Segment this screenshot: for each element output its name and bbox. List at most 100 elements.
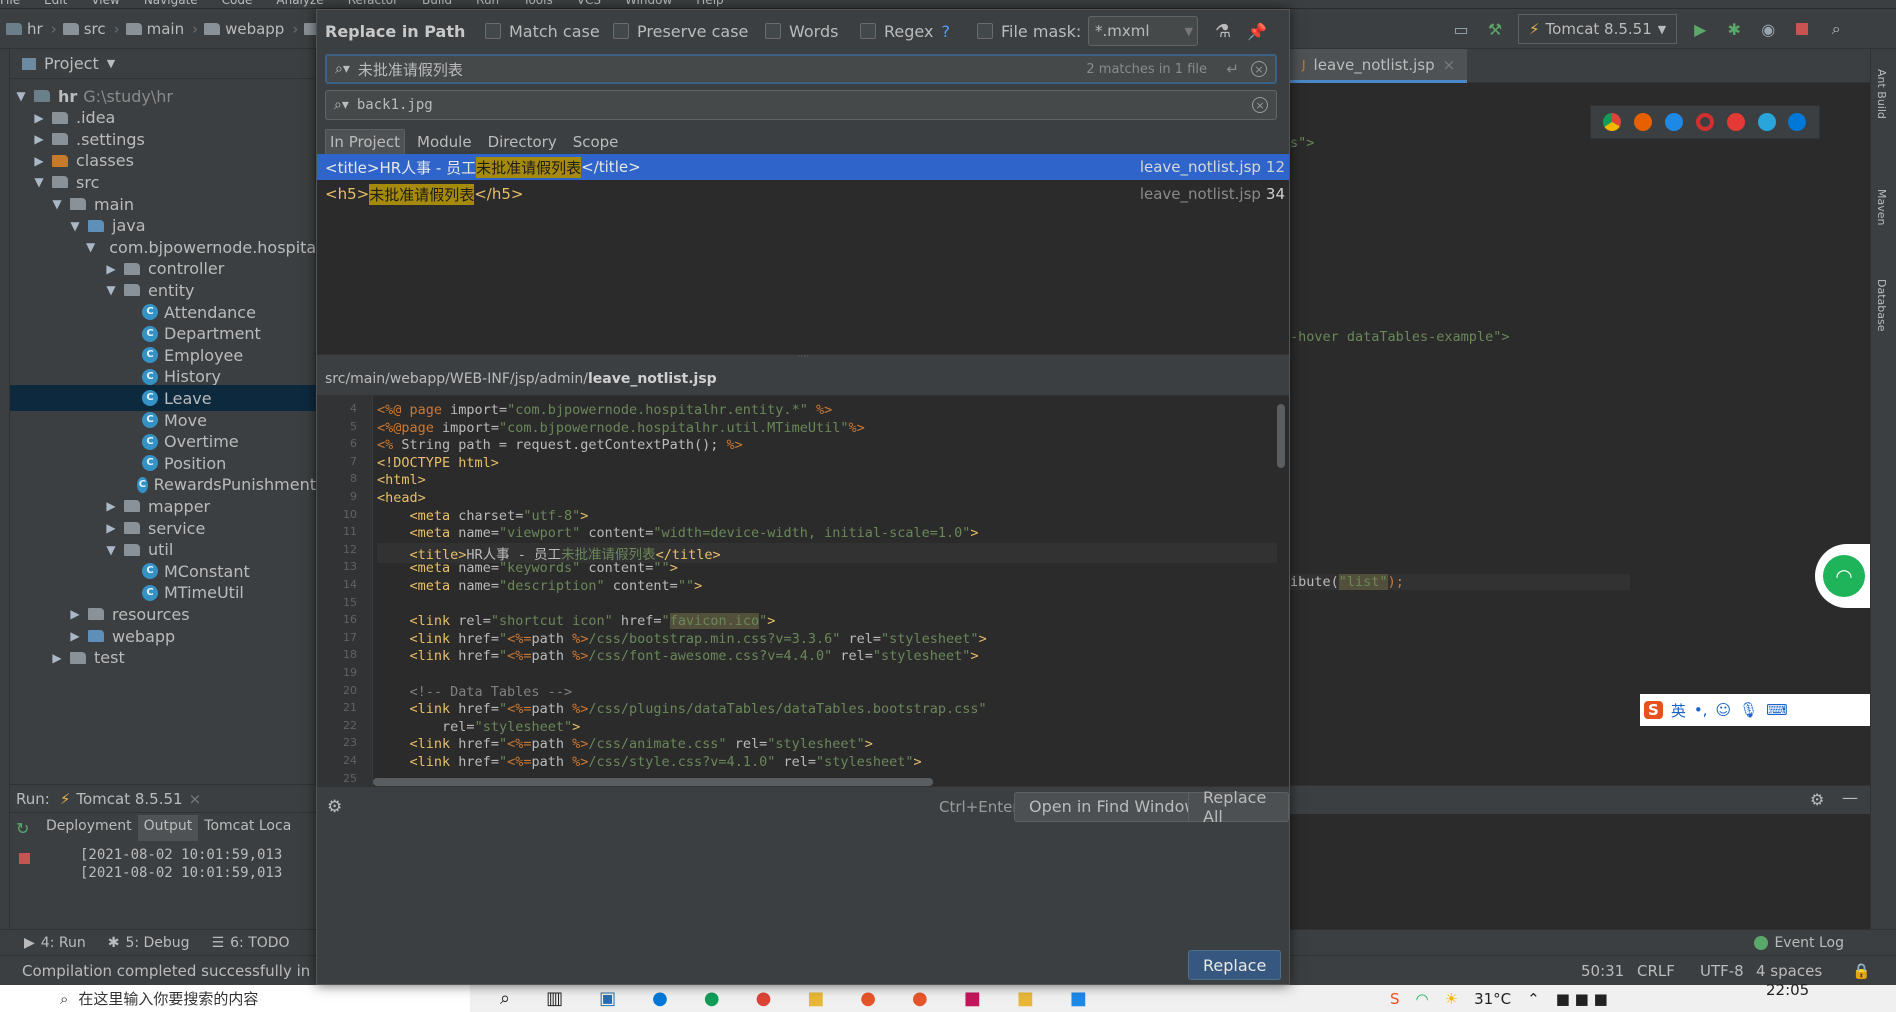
tool-window-button[interactable]: ☰ 6: TODO — [212, 935, 290, 951]
regex-help-link[interactable]: ? — [941, 22, 950, 41]
lock-icon[interactable]: 🔒 — [1852, 962, 1871, 980]
menu-item[interactable]: Code — [222, 0, 253, 7]
file-explorer-icon[interactable]: ■ — [807, 988, 824, 1009]
database-tab[interactable]: Database — [1875, 279, 1888, 332]
sogou-icon[interactable]: S — [1644, 701, 1663, 719]
vertical-scrollbar[interactable] — [1277, 404, 1285, 468]
chevron-down-icon[interactable]: ▼ — [104, 543, 118, 557]
close-icon[interactable]: × — [189, 790, 202, 808]
search-input[interactable]: 未批准请假列表 — [358, 59, 463, 80]
run-subtab[interactable]: Tomcat Loca — [198, 815, 297, 841]
regex-option[interactable]: Regex? — [860, 22, 950, 41]
chevron-right-icon[interactable]: ▶ — [68, 607, 82, 621]
menu-item[interactable]: Window — [625, 0, 672, 7]
chevron-up-icon[interactable]: ⌃ — [1527, 990, 1540, 1008]
chevron-down-icon[interactable]: ▼ — [104, 283, 118, 297]
match-case-option[interactable]: Match case — [485, 22, 600, 41]
search-history-icon[interactable]: ⌕▾ — [335, 61, 350, 77]
chevron-right-icon[interactable]: ▶ — [104, 521, 118, 535]
ie-icon[interactable] — [1757, 113, 1776, 131]
preserve-case-checkbox[interactable] — [613, 23, 629, 39]
breadcrumb-item[interactable]: main › — [125, 9, 198, 49]
coverage-icon[interactable]: ◉ — [1757, 18, 1779, 40]
clear-replace-icon[interactable]: × — [1252, 97, 1268, 113]
match-case-checkbox[interactable] — [485, 23, 501, 39]
chrome-icon[interactable]: ● — [704, 988, 720, 1009]
splitter[interactable]: ···· — [317, 353, 1289, 362]
search-everywhere-icon[interactable]: ⌕ — [1825, 18, 1847, 40]
search-field[interactable]: ⌕▾ 未批准请假列表 2 matches in 1 file ↵ × — [325, 54, 1277, 84]
chevron-right-icon[interactable]: ▶ — [104, 262, 118, 276]
close-icon[interactable]: × — [1443, 56, 1456, 74]
chevron-down-icon[interactable]: ▼ — [68, 219, 82, 233]
chevron-down-icon[interactable]: ▼ — [50, 197, 64, 211]
words-option[interactable]: Words — [765, 22, 838, 41]
scope-tab[interactable]: Directory — [484, 130, 561, 154]
editor-tab[interactable]: J leave_notlist.jsp × — [1290, 49, 1468, 83]
project-structure-icon[interactable]: ▭ — [1450, 18, 1472, 40]
indent-setting[interactable]: 4 spaces — [1756, 962, 1822, 980]
menu-item[interactable]: VCS — [577, 0, 601, 7]
chevron-right-icon[interactable]: ▶ — [32, 111, 46, 125]
ime-mode[interactable]: 英 — [1671, 700, 1686, 721]
scope-tab[interactable]: Scope — [569, 130, 623, 154]
tool-window-button[interactable]: ✱ 5: Debug — [108, 935, 190, 951]
wifi-widget[interactable]: ◠ — [1815, 544, 1875, 608]
clear-search-icon[interactable]: × — [1251, 61, 1267, 77]
maven-tab[interactable]: Maven — [1875, 189, 1888, 225]
line-separator[interactable]: CRLF — [1637, 962, 1675, 980]
run-icon[interactable]: ▶ — [1689, 18, 1711, 40]
chevron-right-icon[interactable]: ▶ — [104, 499, 118, 513]
regex-checkbox[interactable] — [860, 23, 876, 39]
file-encoding[interactable]: UTF-8 — [1700, 962, 1744, 980]
keyboard-icon[interactable]: ⌨ — [1766, 701, 1788, 719]
menu-item[interactable]: Navigate — [144, 0, 198, 7]
edge-icon[interactable]: ● — [652, 988, 668, 1009]
chrome-icon[interactable] — [1603, 113, 1622, 131]
file-mask-option[interactable]: File mask: — [977, 22, 1081, 41]
app-icon[interactable]: ● — [860, 988, 876, 1009]
filter-icon[interactable]: ⚗ — [1215, 21, 1231, 42]
wifi-icon[interactable]: ◠ — [1416, 990, 1429, 1008]
words-checkbox[interactable] — [765, 23, 781, 39]
event-log-button[interactable]: Event Log — [1774, 935, 1844, 951]
menu-item[interactable]: View — [91, 0, 119, 7]
pin-icon[interactable]: 📌 — [1247, 22, 1267, 41]
system-tray-icons[interactable]: ■ ■ ■ — [1556, 990, 1608, 1008]
breadcrumb-item[interactable]: webapp › — [204, 9, 298, 49]
run-subtab[interactable]: Output — [137, 815, 199, 841]
caret-position[interactable]: 50:31 — [1581, 962, 1624, 980]
chrome-icon[interactable]: ● — [756, 988, 772, 1009]
file-mask-checkbox[interactable] — [977, 23, 993, 39]
run-subtab[interactable]: Deployment — [40, 815, 138, 841]
sogou-icon[interactable]: S — [1390, 990, 1400, 1008]
debug-icon[interactable]: ✱ — [1723, 18, 1745, 40]
menu-item[interactable]: File — [0, 0, 20, 7]
scope-tab[interactable]: Module — [413, 130, 476, 154]
settings-gear-icon[interactable]: ⚙ — [1810, 790, 1824, 809]
edge-icon[interactable] — [1788, 113, 1807, 131]
breadcrumb-item[interactable]: src › — [62, 9, 120, 49]
settings-gear-icon[interactable]: ⚙ — [327, 797, 342, 817]
preserve-case-option[interactable]: Preserve case — [613, 22, 748, 41]
emoji-icon[interactable]: ☺ — [1715, 701, 1731, 719]
menu-item[interactable]: Run — [476, 0, 499, 7]
chevron-right-icon[interactable]: ▶ — [50, 651, 64, 665]
yandex-icon[interactable] — [1726, 113, 1745, 131]
tree-item[interactable]: ▶ test — [10, 645, 316, 671]
rerun-icon[interactable]: ↻ — [16, 819, 29, 838]
safari-icon[interactable] — [1665, 113, 1684, 131]
chevron-down-icon[interactable]: ▼ — [14, 89, 28, 103]
stop-icon[interactable] — [1791, 18, 1813, 40]
result-row[interactable]: <h5> 未批准请假列表 </h5> leave_notlist.jsp 34 — [317, 181, 1289, 207]
project-panel-header[interactable]: Project ▼ — [10, 49, 315, 79]
chevron-right-icon[interactable]: ▶ — [32, 154, 46, 168]
tool-window-button[interactable]: ▶ 4: Run — [24, 935, 86, 951]
replace-all-button[interactable]: Replace All — [1188, 788, 1289, 826]
task-view-icon[interactable]: ▥ — [546, 988, 563, 1009]
app-icon[interactable]: ● — [912, 988, 928, 1009]
intellij-icon[interactable]: ■ — [964, 988, 981, 1009]
punctuation-icon[interactable]: •, — [1694, 701, 1708, 719]
minimize-icon[interactable]: — — [1842, 788, 1858, 807]
build-hammer-icon[interactable]: ⚒ — [1484, 18, 1506, 40]
